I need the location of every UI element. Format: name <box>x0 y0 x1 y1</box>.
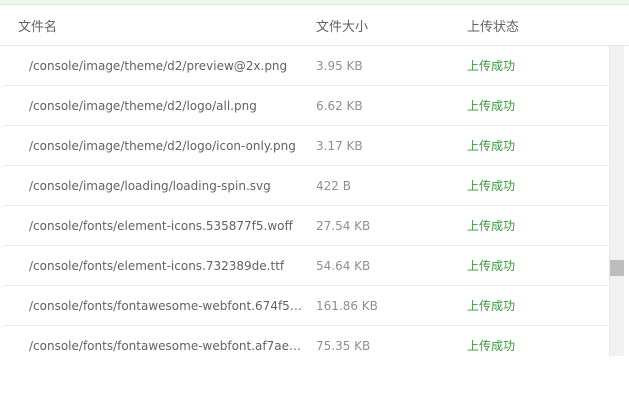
table-row[interactable]: /console/fonts/element-icons.535877f5.wo… <box>4 206 609 246</box>
file-size-cell: 6.62 KB <box>316 98 363 113</box>
table-body[interactable]: /console/image/theme/d2/preview@2x.png 3… <box>0 46 629 356</box>
upload-status-cell: 上传成功 <box>467 179 516 193</box>
header-file-name[interactable]: 文件名 <box>0 16 316 35</box>
table-row[interactable]: /console/image/theme/d2/logo/icon-only.p… <box>4 126 609 166</box>
scrollbar-thumb[interactable] <box>610 260 624 276</box>
file-name-cell: /console/image/loading/loading-spin.svg <box>29 178 271 193</box>
upload-status-cell: 上传成功 <box>467 339 516 353</box>
file-size-cell: 27.54 KB <box>316 218 371 233</box>
table-row[interactable]: /console/fonts/element-icons.732389de.tt… <box>4 246 609 286</box>
file-name-cell: /console/image/theme/d2/logo/all.png <box>29 98 257 113</box>
table-row[interactable]: /console/image/loading/loading-spin.svg … <box>4 166 609 206</box>
table-row[interactable]: /console/fonts/fontawesome-webfont.674f5… <box>4 286 609 326</box>
upload-status-cell: 上传成功 <box>467 139 516 153</box>
file-size-cell: 3.95 KB <box>316 58 363 73</box>
file-name-cell: /console/fonts/fontawesome-webfont.af7ae… <box>29 338 316 353</box>
upload-table: 文件名 文件大小 上传状态 <box>0 5 629 46</box>
header-upload-status[interactable]: 上传状态 <box>467 16 607 35</box>
upload-status-cell: 上传成功 <box>467 299 516 313</box>
upload-status-cell: 上传成功 <box>467 219 516 233</box>
table-row[interactable]: /console/image/theme/d2/preview@2x.png 3… <box>4 46 609 86</box>
table-row[interactable]: /console/fonts/fontawesome-webfont.af7ae… <box>4 326 609 356</box>
file-name-cell: /console/fonts/fontawesome-webfont.674f5… <box>29 298 309 313</box>
upload-status-cell: 上传成功 <box>467 259 516 273</box>
table-header: 文件名 文件大小 上传状态 <box>0 5 629 46</box>
file-name-cell: /console/image/theme/d2/logo/icon-only.p… <box>29 138 296 153</box>
file-name-cell: /console/fonts/element-icons.732389de.tt… <box>29 258 285 273</box>
header-file-size[interactable]: 文件大小 <box>316 16 467 35</box>
upload-status-cell: 上传成功 <box>467 99 516 113</box>
file-name-cell: /console/fonts/element-icons.535877f5.wo… <box>29 218 293 233</box>
file-size-cell: 161.86 KB <box>316 298 378 313</box>
upload-status-cell: 上传成功 <box>467 59 516 73</box>
table-row[interactable]: /console/image/theme/d2/logo/all.png 6.6… <box>4 86 609 126</box>
table-rows: /console/image/theme/d2/preview@2x.png 3… <box>4 46 609 356</box>
file-size-cell: 3.17 KB <box>316 138 363 153</box>
file-size-cell: 75.35 KB <box>316 338 371 353</box>
file-size-cell: 422 B <box>316 178 351 193</box>
vertical-scrollbar[interactable] <box>609 46 624 356</box>
file-size-cell: 54.64 KB <box>316 258 371 273</box>
file-name-cell: /console/image/theme/d2/preview@2x.png <box>29 58 288 73</box>
